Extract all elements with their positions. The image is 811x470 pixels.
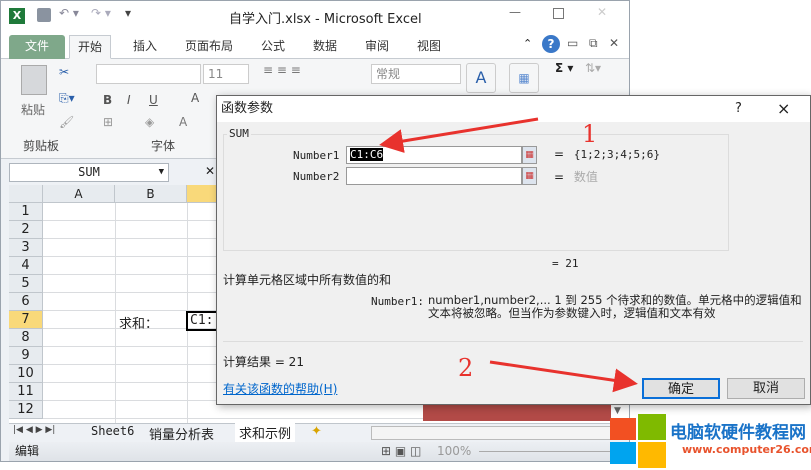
watermark-url: www.computer26.com	[682, 443, 811, 456]
arrow-1	[379, 117, 539, 153]
arrow-2	[489, 360, 638, 393]
annotation-arrows	[379, 117, 638, 393]
watermark: 电脑软硬件教程网 www.computer26.com	[610, 412, 811, 468]
annotation-step2: 2	[458, 354, 474, 382]
windows-logo-icon	[610, 414, 666, 468]
annotation-step1: 1	[582, 120, 598, 148]
watermark-name: 电脑软硬件教程网	[670, 423, 806, 443]
